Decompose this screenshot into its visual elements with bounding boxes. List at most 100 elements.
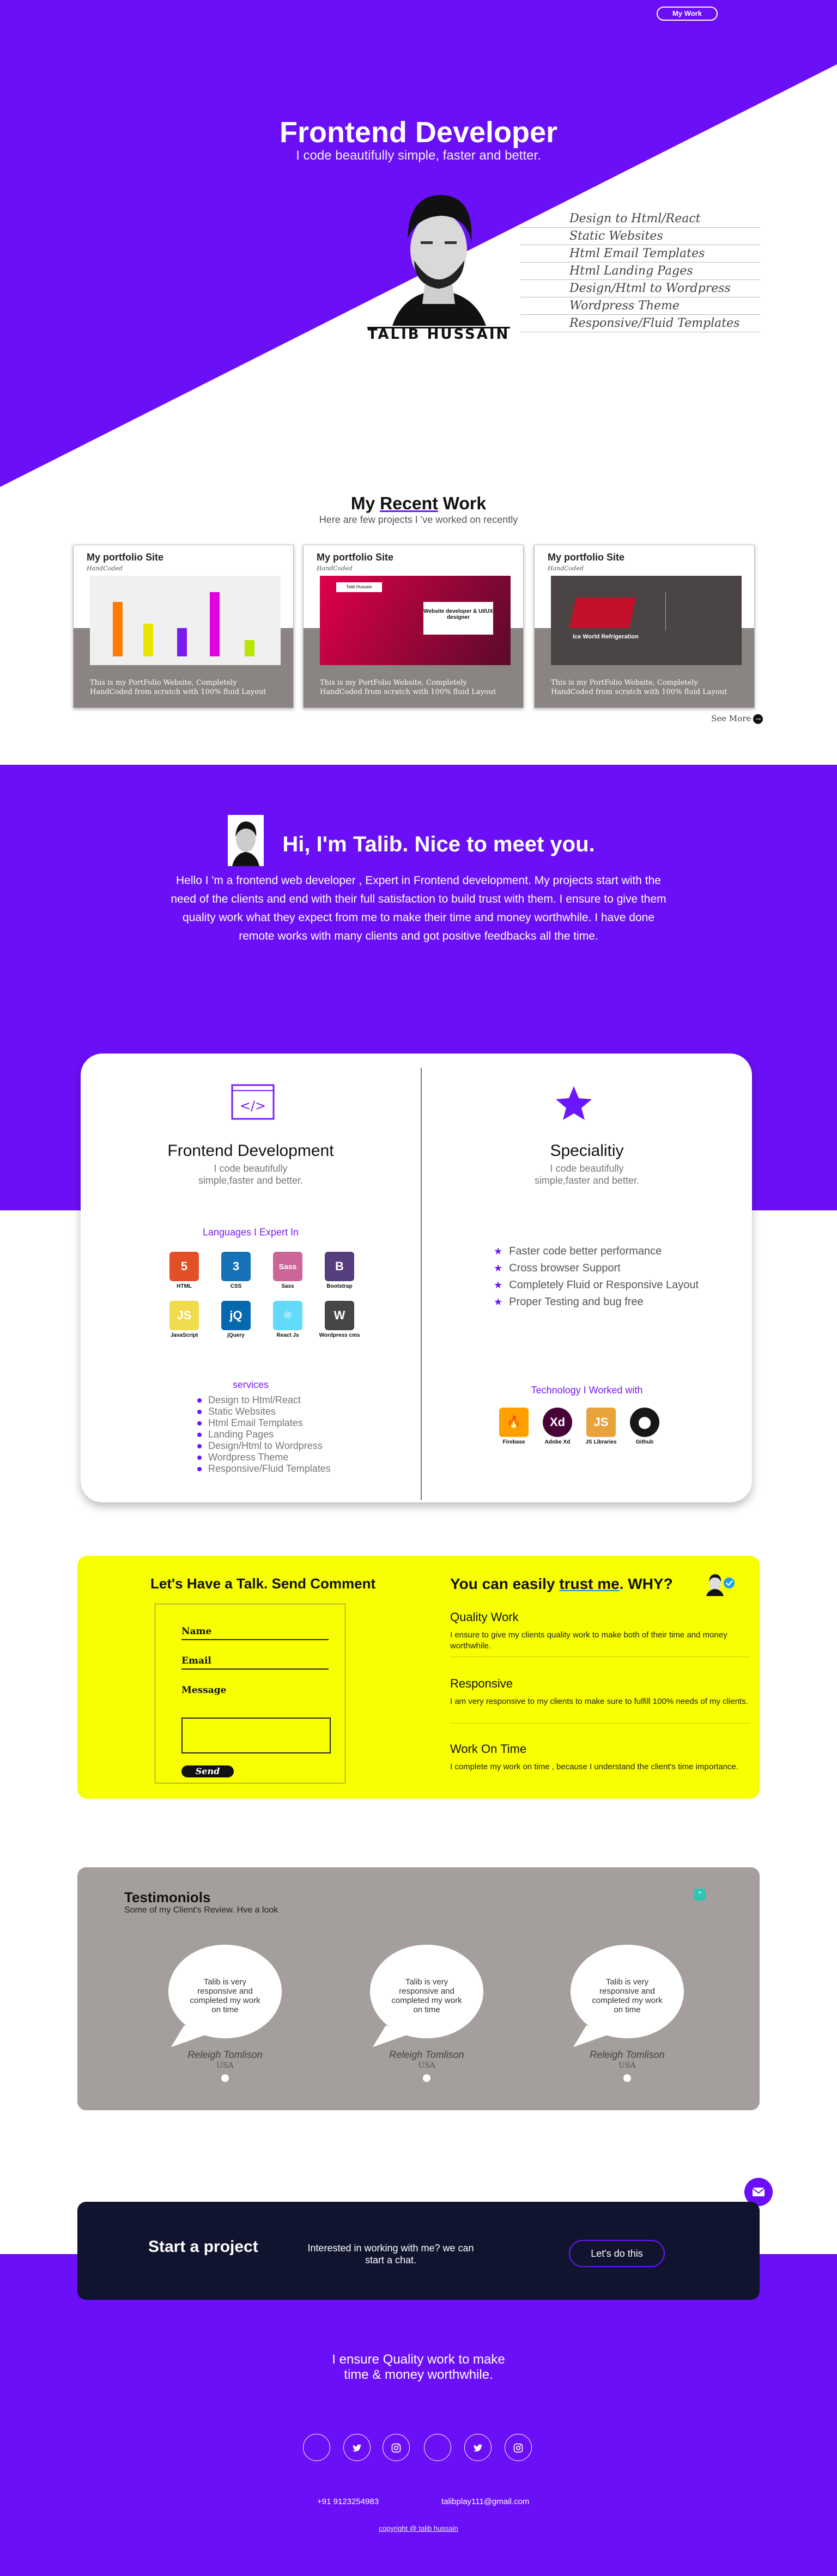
- tech-icon: ⬤: [630, 1408, 659, 1437]
- language-icon: W: [325, 1301, 354, 1330]
- services-card: </> Frontend Development I code beautifu…: [81, 1053, 752, 1502]
- code-window-icon: </>: [231, 1084, 275, 1120]
- tech-label: Github: [635, 1439, 654, 1445]
- language-icon: Sass: [273, 1252, 302, 1281]
- name-label: Name: [181, 1626, 212, 1637]
- tech-label: Firebase: [502, 1439, 525, 1445]
- reason-on-time: Work On Time I complete my work on time ,…: [450, 1742, 738, 1771]
- card-subtitle: HandCoded: [87, 565, 123, 572]
- language-bootstrap: B Bootstrap: [318, 1252, 361, 1289]
- language-icon: jQ: [221, 1301, 251, 1330]
- hero-title: Frontend Developer: [279, 116, 558, 149]
- language-react-js: ⚛ React Js: [266, 1301, 310, 1338]
- social-link[interactable]: [303, 2434, 330, 2461]
- language-icon: 5: [169, 1252, 199, 1281]
- about-title: Hi, I'm Talib. Nice to meet you.: [282, 832, 595, 856]
- start-project-text: Interested in working with me? we can st…: [307, 2243, 474, 2266]
- about-text: Hello I 'm a frontend web developer , Ex…: [171, 874, 666, 942]
- service-item: Html Email Templates: [197, 1417, 331, 1429]
- language-label: jQuery: [227, 1332, 245, 1338]
- portrait-image: TALIB HUSSAIN: [367, 195, 510, 343]
- send-button[interactable]: Send: [181, 1765, 234, 1777]
- tech-icon: Xd: [543, 1408, 572, 1437]
- language-label: Wordpress cms: [319, 1332, 360, 1338]
- language-wordpress-cms: W Wordpress cms: [318, 1301, 361, 1338]
- skill-item: Design/Html to Wordpress: [520, 280, 760, 297]
- my-work-button[interactable]: My Work: [657, 7, 718, 21]
- name-field[interactable]: [181, 1639, 329, 1640]
- svg-text:</>: </>: [240, 1098, 266, 1113]
- testimonial-dot[interactable]: [221, 2074, 229, 2082]
- testimonial-bubble: Talib is very responsive and completed m…: [369, 1944, 484, 2047]
- services-divider: [421, 1068, 422, 1500]
- card-description: This is my PortFolio Website, Completely…: [320, 679, 496, 696]
- testimonial-name: Releigh Tomlison: [187, 2049, 263, 2060]
- card-subtitle: HandCoded: [317, 565, 353, 572]
- phone-number[interactable]: +91 9123254983: [317, 2497, 379, 2506]
- language-jquery: jQ jQuery: [214, 1301, 258, 1338]
- tech-label: Adobe Xd: [544, 1439, 571, 1445]
- twitter-icon[interactable]: [464, 2434, 492, 2461]
- speciality-list: ★ Faster code better performance ★ Cross b…: [494, 1243, 699, 1311]
- language-html: 5 HTML: [162, 1252, 206, 1289]
- arrow-right-icon: →: [753, 714, 763, 724]
- see-more-link[interactable]: See More →: [711, 714, 763, 724]
- reason-responsive: Responsive I am very responsive to my cli…: [450, 1677, 750, 1724]
- reason-quality: Quality Work I ensure to give my clients …: [450, 1610, 750, 1657]
- testimonial-dot[interactable]: [623, 2074, 631, 2082]
- email-address[interactable]: talibplay111@gmail.com: [441, 2497, 529, 2506]
- svg-text:”: ”: [698, 1891, 701, 1899]
- recent-work-subtitle: Here are few projects I 've worked on re…: [319, 514, 518, 525]
- project-card[interactable]: My portfolio Site HandCoded Ice World Re…: [534, 545, 755, 708]
- testimonials-subtitle: Some of my Client's Review. Hve a look: [124, 1905, 278, 1915]
- speciality-subtitle: I code beautifully simple,faster and bet…: [534, 1163, 640, 1186]
- message-field[interactable]: [181, 1718, 331, 1753]
- testimonial-location: USA: [418, 2061, 435, 2070]
- language-icon: 3: [221, 1252, 251, 1281]
- card-title: My portfolio Site: [548, 552, 624, 563]
- tech-adobe-xd: Xd Adobe Xd: [538, 1408, 577, 1445]
- skill-item: Design to Html/React: [520, 210, 760, 228]
- tech-icon: JS: [586, 1408, 616, 1437]
- star-icon: ★: [494, 1263, 503, 1274]
- service-item: Wordpress Theme: [197, 1452, 331, 1463]
- testimonial-bubble: Talib is very responsive and completed m…: [570, 1944, 684, 2047]
- language-css: 3 CSS: [214, 1252, 258, 1289]
- instagram-icon[interactable]: [505, 2434, 532, 2461]
- skill-item: Html Email Templates: [520, 245, 760, 263]
- card-title: My portfolio Site: [317, 552, 393, 563]
- project-card[interactable]: My portfolio Site HandCoded Talib Hussai…: [303, 545, 524, 708]
- testimonial-dot[interactable]: [423, 2074, 430, 2082]
- card-screenshot: Talib Hussain Website developer & UI/UX …: [320, 576, 511, 665]
- star-icon: ★: [494, 1296, 503, 1307]
- project-card[interactable]: My portfolio Site HandCoded This is my P…: [73, 545, 294, 708]
- skill-item: Static Websites: [520, 228, 760, 245]
- email-label: Email: [181, 1655, 211, 1666]
- hero-subtitle: I code beautifully simple, faster and be…: [296, 148, 541, 163]
- card-description: This is my PortFolio Website, Completely…: [90, 679, 266, 696]
- email-field[interactable]: [181, 1668, 329, 1670]
- copyright: copyright @ talib hussain: [379, 2524, 458, 2532]
- service-item: Static Websites: [197, 1406, 331, 1417]
- testimonial-name: Releigh Tomlison: [389, 2049, 464, 2060]
- services-title: services: [232, 1379, 269, 1390]
- comment-form: Name Email Message Send: [155, 1604, 345, 1783]
- instagram-icon[interactable]: [383, 2434, 410, 2461]
- portrait-name-caption: TALIB HUSSAIN: [368, 326, 510, 343]
- language-label: React Js: [276, 1332, 299, 1338]
- speciality-item: ★ Cross browser Support: [494, 1262, 621, 1274]
- skill-item: Responsive/Fluid Templates: [520, 315, 760, 332]
- testimonials-title: Testimoniols: [124, 1889, 211, 1905]
- technology-title: Technology I Worked with: [531, 1385, 643, 1396]
- skill-item: Wordpress Theme: [520, 297, 760, 315]
- tech-label: JS Libraries: [585, 1439, 617, 1445]
- language-sass: Sass Sass: [266, 1252, 310, 1289]
- message-label: Message: [181, 1685, 227, 1696]
- speciality-item: ★ Completely Fluid or Responsive Layout: [494, 1279, 699, 1291]
- languages-title: Languages I Expert In: [202, 1227, 299, 1238]
- twitter-icon[interactable]: [343, 2434, 371, 2461]
- start-project-banner: Start a project Interested in working wi…: [77, 2202, 760, 2300]
- tech-firebase: 🔥 Firebase: [495, 1408, 533, 1445]
- social-link[interactable]: [424, 2434, 451, 2461]
- lets-do-this-button[interactable]: Let's do this: [569, 2240, 665, 2267]
